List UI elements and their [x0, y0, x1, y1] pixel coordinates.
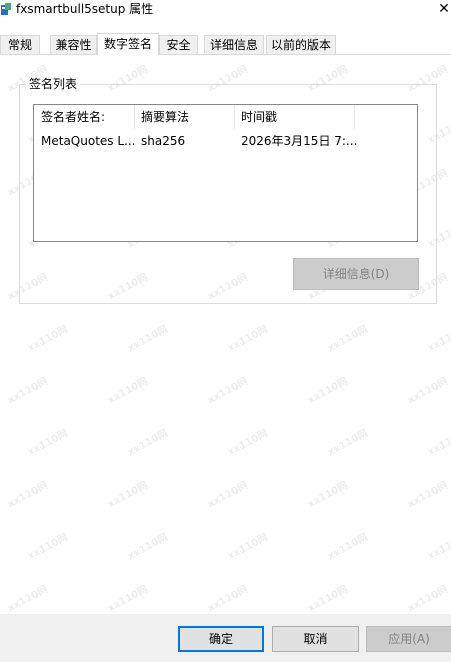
column-header-digest[interactable]: 摘要算法: [134, 105, 234, 129]
tab-previous-versions[interactable]: 以前的版本: [266, 35, 336, 54]
tab-divider: [0, 54, 451, 55]
tab-compatibility[interactable]: 兼容性: [50, 35, 97, 54]
watermark-text: xx110网: [225, 324, 270, 355]
watermark-text: xx110网: [125, 532, 170, 563]
column-header-timestamp[interactable]: 时间戳: [234, 105, 354, 129]
column-header-signer[interactable]: 签名者姓名:: [34, 105, 134, 129]
tab-details[interactable]: 详细信息: [204, 35, 264, 54]
watermark-text: xx110网: [325, 532, 370, 563]
title-bar: fxsmartbull5setup 属性 ✕: [0, 0, 451, 20]
signature-list[interactable]: 签名者姓名: 摘要算法 时间戳 MetaQuotes L... sha256 2…: [33, 104, 418, 242]
timestamp-cell: 2026年3月15日 7:...: [241, 134, 358, 148]
watermark-text: xx110网: [325, 428, 370, 459]
column-separator[interactable]: [354, 105, 355, 129]
properties-window: xx110网 xx110网 xx110网 xx110网 xx110网 xx110网 xx11…: [0, 0, 451, 662]
signature-list-header: 签名者姓名: 摘要算法 时间戳: [34, 105, 417, 129]
cancel-button[interactable]: 取消: [272, 626, 359, 652]
tab-general[interactable]: 常规: [0, 35, 40, 54]
watermark-text: xx110网: [325, 324, 370, 355]
watermark-text: xx110网: [105, 480, 150, 511]
watermark-text: xx110网: [25, 324, 70, 355]
watermark-text: xx110网: [105, 376, 150, 407]
watermark-text: xx110网: [405, 376, 450, 407]
signature-row[interactable]: MetaQuotes L... sha256 2026年3月15日 7:...: [34, 131, 417, 151]
watermark-text: xx110网: [425, 324, 451, 355]
watermark-text: xx110网: [5, 376, 50, 407]
watermark-text: xx110网: [5, 584, 50, 615]
watermark-text: xx110网: [25, 428, 70, 459]
watermark-text: xx110网: [425, 428, 451, 459]
watermark-text: xx110网: [305, 376, 350, 407]
installer-app-icon: [1, 3, 11, 15]
watermark-text: xx110网: [305, 480, 350, 511]
watermark-text: xx110网: [5, 480, 50, 511]
details-button[interactable]: 详细信息(D): [293, 258, 419, 290]
window-title: fxsmartbull5setup 属性: [16, 2, 154, 16]
watermark-text: xx110网: [105, 584, 150, 615]
signature-list-title: 签名列表: [26, 76, 81, 92]
watermark-text: xx110网: [405, 480, 450, 511]
close-icon[interactable]: ✕: [437, 0, 451, 18]
tab-strip: 常规 兼容性 数字签名 安全 详细信息 以前的版本: [0, 33, 451, 55]
watermark-text: xx110网: [425, 532, 451, 563]
tab-digital-signatures[interactable]: 数字签名: [97, 33, 159, 55]
apply-button[interactable]: 应用(A): [366, 626, 451, 652]
watermark-text: xx110网: [225, 428, 270, 459]
watermark-text: xx110网: [305, 584, 350, 615]
watermark-text: xx110网: [125, 428, 170, 459]
signer-name-cell: MetaQuotes L...: [41, 134, 134, 148]
watermark-text: xx110网: [205, 480, 250, 511]
watermark-text: xx110网: [405, 584, 450, 615]
digest-algorithm-cell: sha256: [141, 134, 186, 148]
watermark-text: xx110网: [125, 324, 170, 355]
tab-security[interactable]: 安全: [159, 35, 198, 54]
watermark-text: xx110网: [225, 532, 270, 563]
watermark-text: xx110网: [205, 584, 250, 615]
watermark-text: xx110网: [205, 376, 250, 407]
watermark-text: xx110网: [25, 532, 70, 563]
ok-button[interactable]: 确定: [178, 626, 264, 652]
